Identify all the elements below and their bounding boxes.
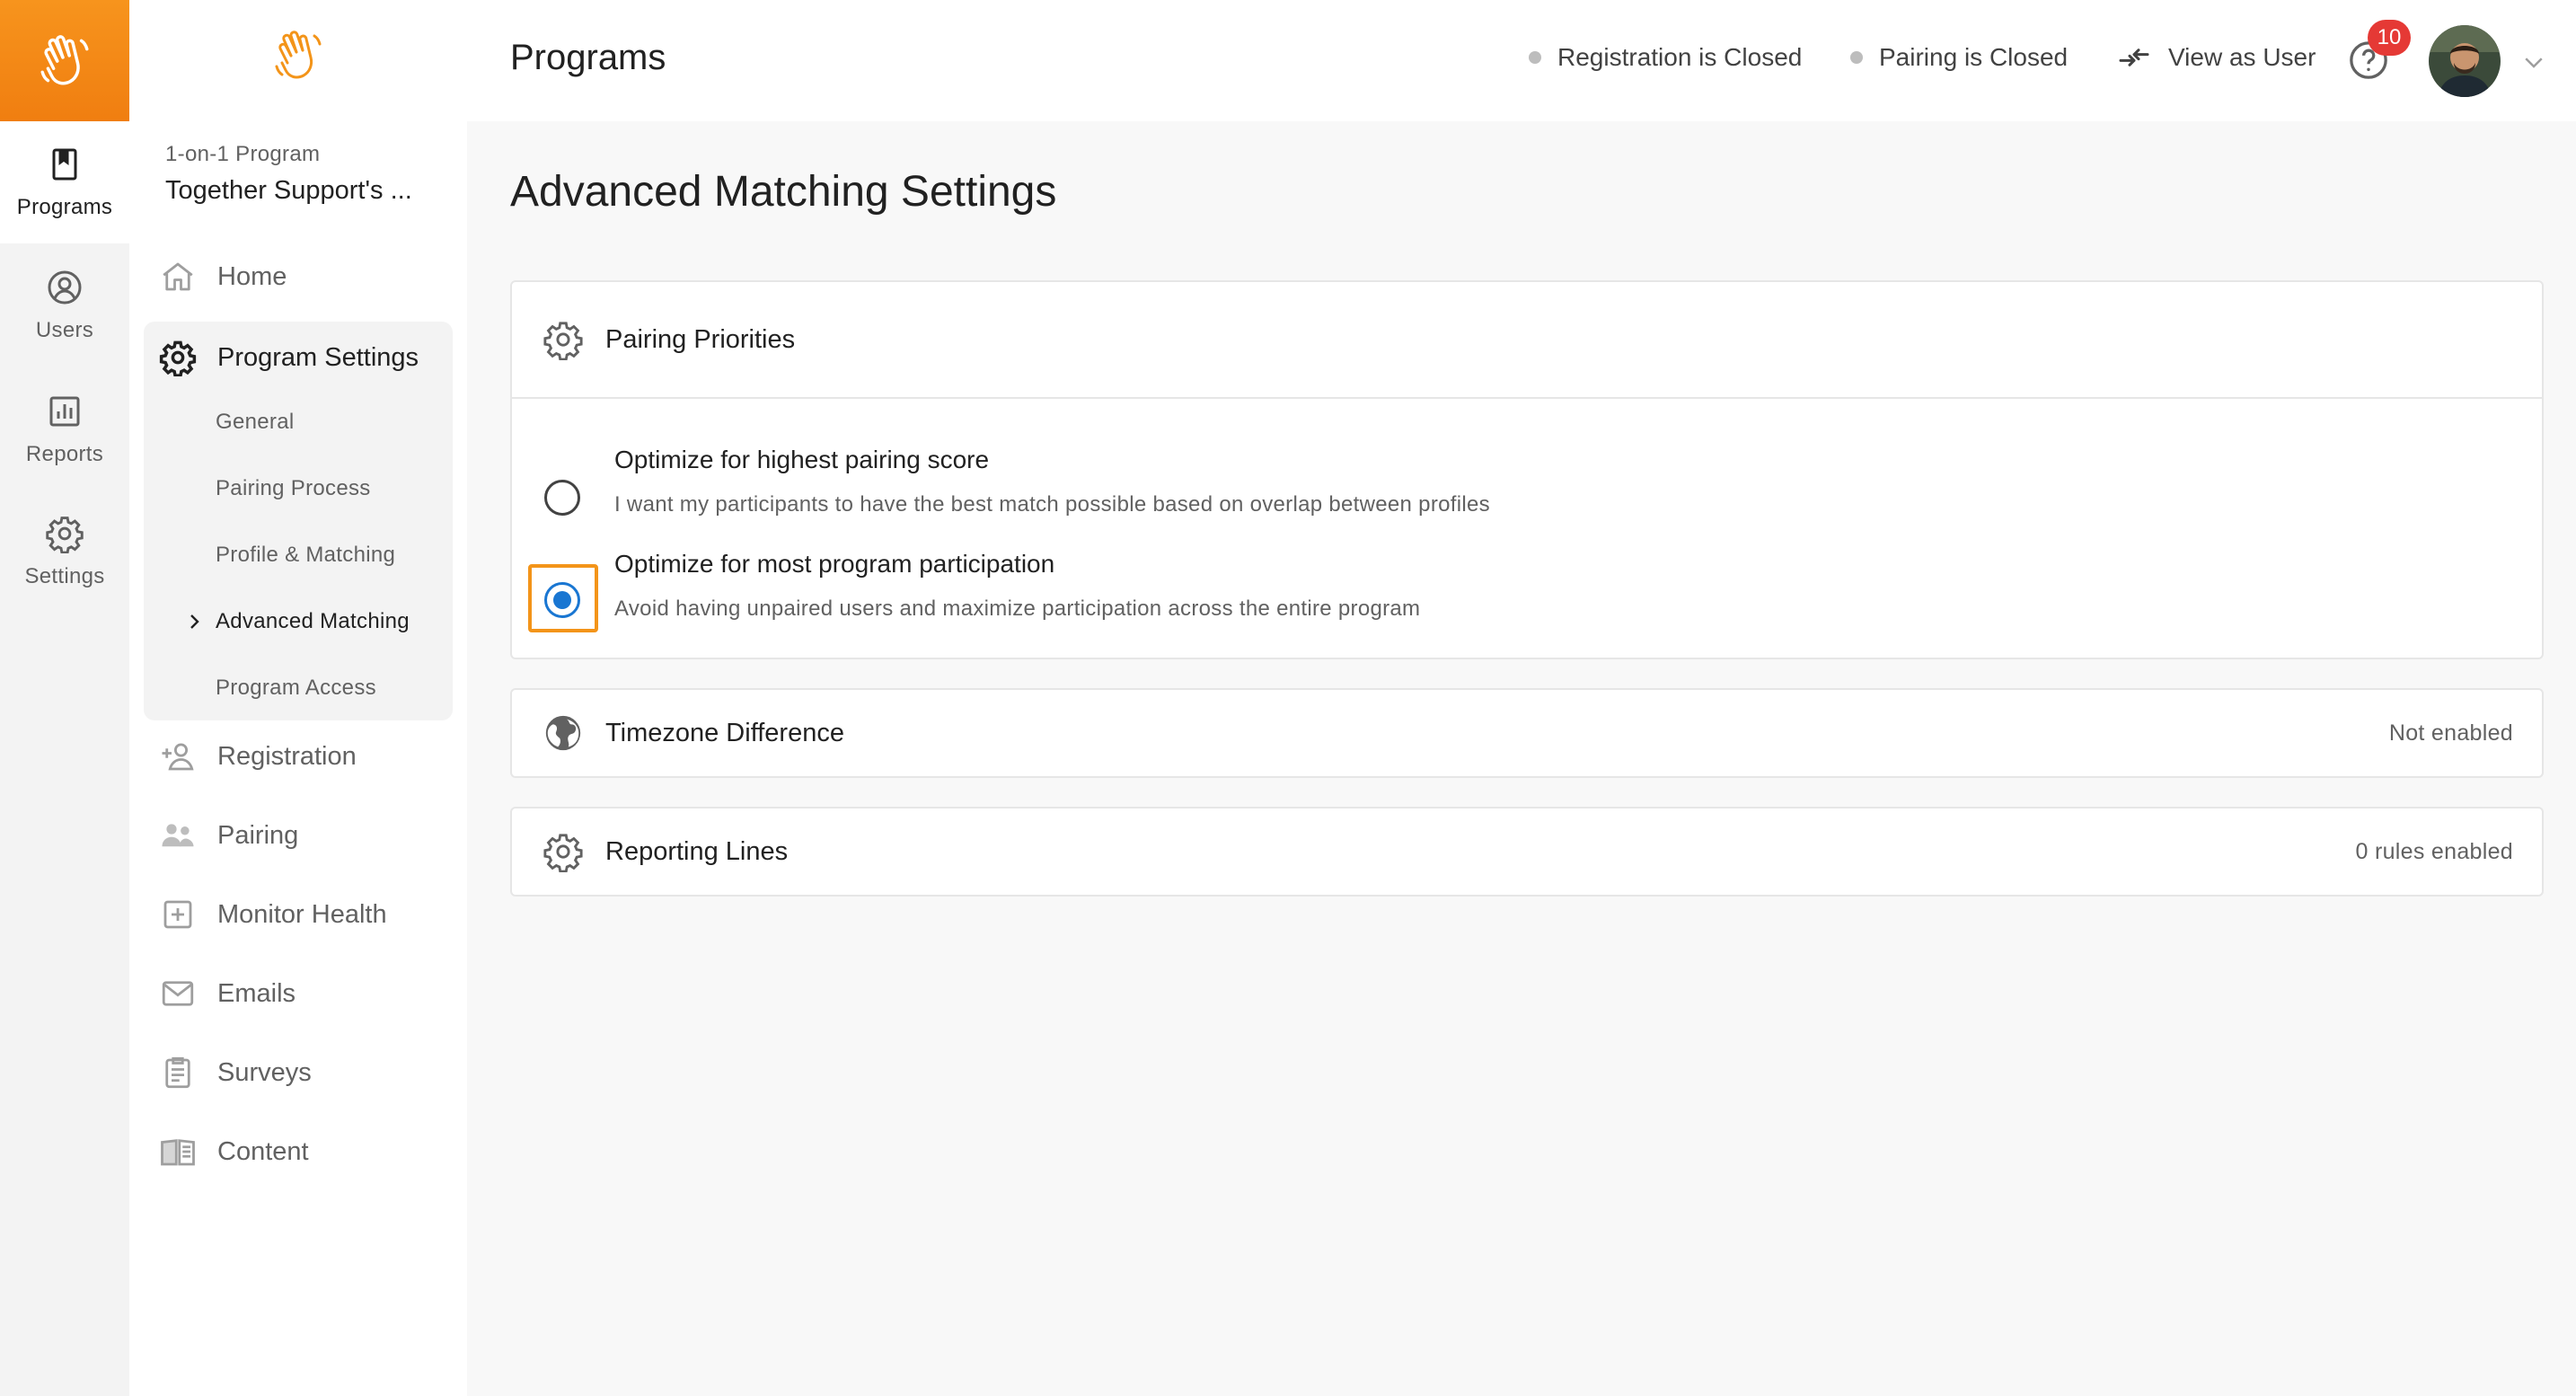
- settings-sub-program-access[interactable]: Program Access: [216, 676, 376, 701]
- home-icon: [158, 257, 198, 296]
- clipboard-icon: [158, 1053, 198, 1092]
- waving-hand-icon: [40, 34, 89, 84]
- timezone-difference-row[interactable]: Timezone Difference Not enabled: [512, 690, 2542, 776]
- settings-sub-pairing-process[interactable]: Pairing Process: [216, 476, 371, 501]
- rail-label: Reports: [25, 442, 104, 466]
- reporting-lines-title: Reporting Lines: [605, 836, 789, 866]
- timezone-status: Not enabled: [2388, 720, 2513, 746]
- sidebar-item-monitor-health[interactable]: Monitor Health: [144, 888, 453, 941]
- pairing-priorities-header: Pairing Priorities: [512, 282, 2542, 399]
- radio-highest-score[interactable]: [544, 480, 580, 516]
- gear-icon: [543, 322, 583, 360]
- nav-label: Emails: [217, 978, 296, 1008]
- pairing-status: Pairing is Closed: [1850, 43, 2068, 72]
- notification-badge: 10: [2368, 20, 2411, 56]
- sidebar-item-emails[interactable]: Emails: [144, 967, 453, 1020]
- chevron-right-icon: [190, 614, 199, 629]
- settings-sub-general[interactable]: General: [216, 410, 294, 435]
- option-title: Optimize for highest pairing score: [614, 446, 990, 473]
- pairing-status-text: Pairing is Closed: [1879, 43, 2069, 71]
- option-description: I want my participants to have the best …: [614, 492, 1490, 517]
- avatar[interactable]: [2429, 25, 2501, 97]
- nav-label: Program Settings: [217, 342, 419, 372]
- sidebar-item-content[interactable]: Content: [144, 1125, 453, 1179]
- envelope-icon: [158, 974, 198, 1013]
- sidebar-item-home[interactable]: Home: [144, 250, 453, 304]
- program-sidebar: 1-on-1 Program Together Support's ... Ho…: [129, 0, 467, 1396]
- nav-label: Registration: [217, 741, 357, 771]
- people-icon: [158, 816, 198, 855]
- status-dot: [1529, 51, 1541, 64]
- sidebar-item-program-settings[interactable]: Program Settings: [144, 331, 453, 384]
- bar-chart-icon: [49, 396, 80, 427]
- open-book-icon: [158, 1132, 198, 1171]
- view-as-user-button[interactable]: View as User: [2116, 40, 2316, 75]
- gear-icon: [46, 517, 84, 553]
- swap-arrows-icon: [2119, 49, 2149, 66]
- top-header: Programs Registration is Closed Pairing …: [467, 0, 2576, 121]
- settings-sub-advanced-matching[interactable]: Advanced Matching: [216, 609, 410, 634]
- page-title: Programs: [510, 38, 666, 77]
- app-logo[interactable]: [0, 0, 129, 121]
- radio-most-participation[interactable]: [544, 582, 580, 618]
- globe-icon: [545, 715, 581, 751]
- rail-item-users[interactable]: Users: [0, 244, 129, 367]
- option-description: Avoid having unpaired users and maximize…: [614, 596, 1421, 621]
- settings-sub-profile-matching[interactable]: Profile & Matching: [216, 543, 395, 568]
- nav-label: Monitor Health: [217, 899, 387, 929]
- rail-label: Settings: [24, 564, 105, 588]
- user-circle-icon: [48, 270, 82, 305]
- sidebar-item-surveys[interactable]: Surveys: [144, 1046, 453, 1100]
- rail-item-reports[interactable]: Reports: [0, 368, 129, 490]
- registration-status-text: Registration is Closed: [1557, 43, 1803, 71]
- registration-status: Registration is Closed: [1529, 43, 1802, 72]
- nav-label: Content: [217, 1136, 309, 1166]
- nav-label: Home: [217, 261, 287, 291]
- bookmark-book-icon: [52, 148, 77, 181]
- gear-icon: [158, 338, 198, 377]
- rail-label: Programs: [16, 195, 113, 219]
- reporting-lines-status: 0 rules enabled: [2355, 838, 2513, 864]
- reporting-lines-row[interactable]: Reporting Lines 0 rules enabled: [512, 808, 2542, 895]
- medical-plus-icon: [158, 895, 198, 934]
- pairing-priorities-panel: Pairing Priorities Optimize for highest …: [510, 280, 2544, 659]
- rail-label: Users: [35, 318, 94, 342]
- view-as-user-label: View as User: [2168, 43, 2316, 71]
- chevron-down-icon[interactable]: [2520, 49, 2547, 75]
- program-type: 1-on-1 Program: [165, 142, 321, 166]
- program-name[interactable]: Together Support's ...: [165, 176, 412, 206]
- pairing-priorities-title: Pairing Priorities: [605, 324, 796, 354]
- option-title: Optimize for most program participation: [614, 550, 1055, 578]
- nav-label: Surveys: [217, 1057, 312, 1087]
- timezone-title: Timezone Difference: [605, 718, 844, 747]
- waving-hand-icon: [275, 31, 322, 79]
- add-user-icon: [158, 737, 198, 776]
- sidebar-item-registration[interactable]: Registration: [144, 729, 453, 783]
- gear-icon: [543, 834, 583, 872]
- rail-item-settings[interactable]: Settings: [0, 490, 129, 613]
- user-photo-icon: [2429, 25, 2501, 97]
- pairing-options: Optimize for highest pairing score I wan…: [512, 399, 2542, 659]
- reporting-lines-panel[interactable]: Reporting Lines 0 rules enabled: [510, 807, 2544, 897]
- sidebar-item-pairing[interactable]: Pairing: [144, 808, 453, 862]
- status-dot: [1850, 51, 1863, 64]
- section-title: Advanced Matching Settings: [510, 168, 1057, 216]
- nav-label: Pairing: [217, 820, 299, 850]
- timezone-difference-panel[interactable]: Timezone Difference Not enabled: [510, 688, 2544, 778]
- app-rail: Programs Users Reports Settings: [0, 0, 129, 1396]
- rail-item-programs[interactable]: Programs: [0, 121, 129, 243]
